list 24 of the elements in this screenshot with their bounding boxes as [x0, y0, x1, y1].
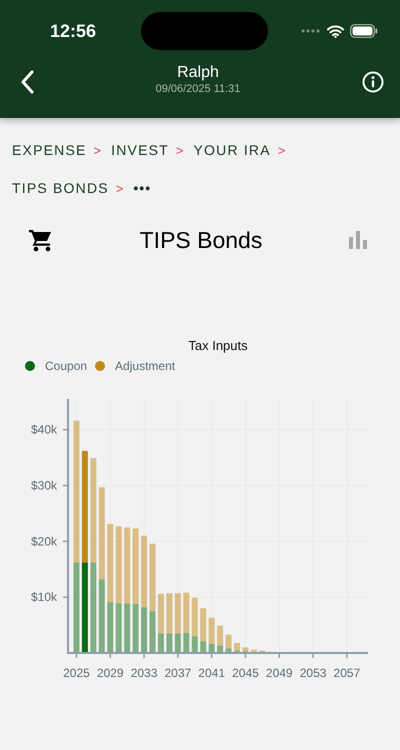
- y-axis-label: $20k: [30, 534, 57, 548]
- legend-label: Coupon: [45, 359, 88, 373]
- x-axis-label: 2029: [96, 666, 124, 680]
- x-axis-label: 2033: [130, 666, 158, 680]
- y-axis-label: $30k: [30, 478, 57, 493]
- breadcrumb-separator: >: [116, 180, 124, 196]
- breadcrumb-separator: >: [278, 142, 286, 158]
- page-title: TIPS Bonds: [140, 226, 262, 254]
- x-axis-label: 2041: [198, 666, 226, 680]
- y-axis-label: $40k: [30, 422, 57, 437]
- x-axis-label: 2045: [232, 666, 259, 680]
- x-axis-label: 2037: [164, 666, 192, 680]
- x-axis-label: 2057: [334, 666, 360, 680]
- chart-title: Tax Inputs: [188, 338, 248, 353]
- header-subtitle: 09/06/2025 11:31: [156, 82, 240, 94]
- legend-label: Adjustment: [115, 359, 176, 373]
- x-axis-label: 2053: [300, 666, 326, 680]
- status-time: 12:56: [50, 20, 98, 42]
- header-title: Ralph: [177, 64, 219, 82]
- x-axis-label: 2049: [266, 666, 293, 680]
- breadcrumb-separator: >: [94, 142, 102, 158]
- breadcrumb-separator: >: [176, 142, 184, 158]
- y-axis-label: $10k: [30, 590, 57, 604]
- x-axis-label: 2025: [63, 666, 90, 680]
